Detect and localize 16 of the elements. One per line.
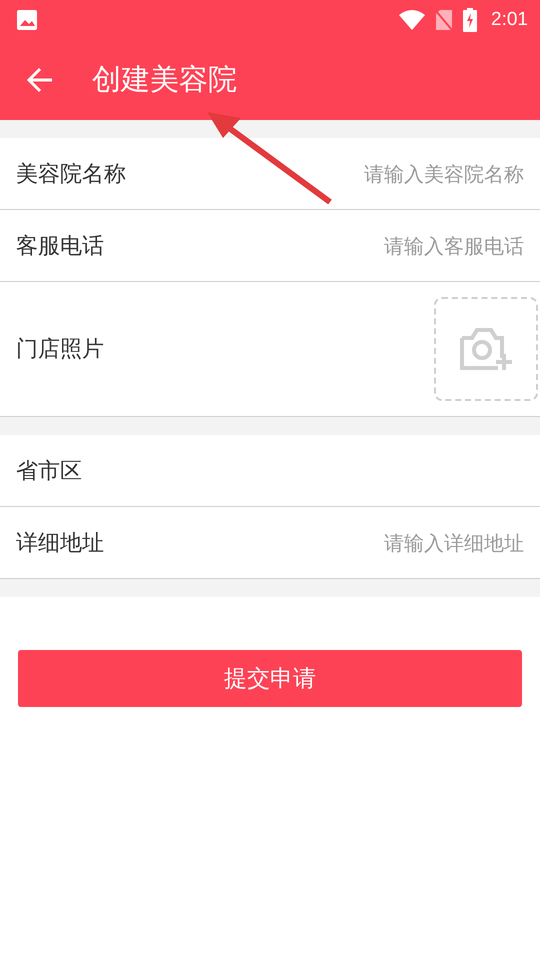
input-field[interactable]: 请输入详细地址	[244, 530, 524, 554]
back-arrow-icon	[26, 66, 54, 94]
input-field[interactable]: 请输入客服电话	[244, 234, 524, 258]
input-field[interactable]: 请输入美容院名称	[244, 162, 524, 186]
field-label: 客服电话	[16, 232, 104, 260]
field-label: 详细地址	[16, 530, 104, 558]
field-label[interactable]: 省市区	[16, 456, 82, 486]
wifi-icon	[399, 10, 426, 30]
back-button[interactable]	[26, 66, 54, 94]
status-time: 2:01	[491, 9, 528, 31]
battery-charging-icon	[463, 8, 478, 32]
field-label: 美容院名称	[16, 160, 126, 188]
field-label: 门店照片	[16, 336, 104, 364]
image-icon	[16, 9, 38, 31]
no-sim-icon	[435, 9, 454, 31]
page-title: 创建美容院	[92, 61, 237, 98]
